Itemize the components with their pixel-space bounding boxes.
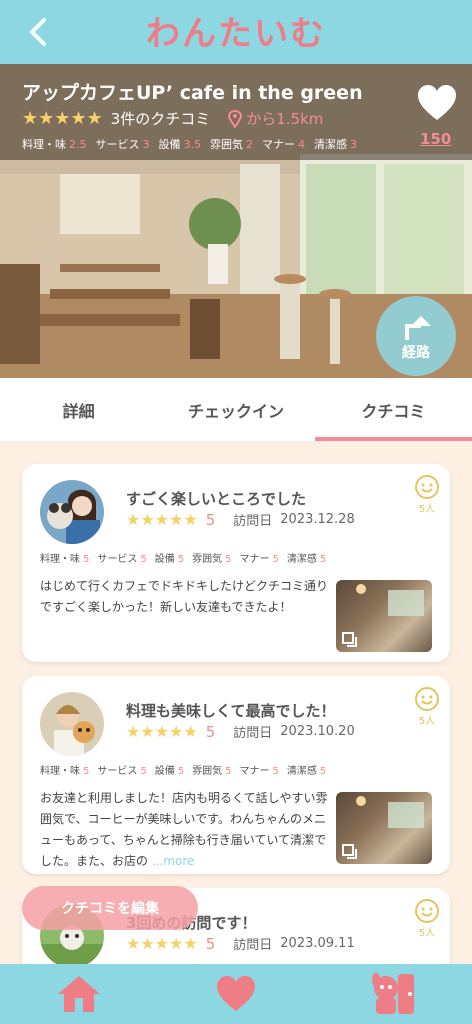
score-item: 雰囲気 2 [210,138,253,151]
review-title: すごく楽しいところでした [126,490,307,508]
score-item: マナー 5 [239,554,279,565]
tab-reviews[interactable]: クチコミ [314,378,472,441]
score-item: 設備 5 [154,766,185,777]
reviewer-photo [40,692,104,756]
helpful-count: 5人 [418,504,436,515]
rating-stars: ★★★★★ [126,934,198,953]
review-card[interactable]: すごく楽しいところでした ★★★★★ 5 訪問日 2023.12.28 5人 料… [22,464,450,662]
distance-label: から1.5km [246,110,324,128]
score-item: 料理・味 5 [40,554,90,565]
review-category-scores: 料理・味 5 サービス 5 設備 5 雰囲気 5 マナー 5 清潔感 5 [40,550,326,565]
bottom-navigation [0,964,472,1024]
review-rating-row: ★★★★★ 5 訪問日 2023.09.11 [126,934,355,953]
score-item: サービス 5 [97,766,147,777]
rating-stars: ★★★★★ [126,510,198,529]
smile-icon [415,687,439,711]
score-item: マナー 4 [262,138,305,151]
review-text: はじめて行くカフェでドキドキしたけどクチコミ通りですごく楽しかった！新しい友達も… [40,579,329,614]
score-item: 設備 5 [154,554,185,565]
location-pin-icon [228,109,243,128]
shop-tabs: 詳細 チェックイン クチコミ [0,378,472,442]
score-item: マナー 5 [239,766,279,777]
shop-name: アップカフェUP’ cafe in the green [22,82,363,104]
app-logo-title: わんたいむ [146,14,326,54]
app-header: わんたいむ [0,0,472,64]
gallery-icon [342,632,357,647]
shop-category-scores: 料理・味 2.5 サービス 3 設備 3.5 雰囲気 2 マナー 4 清潔感 3 [22,136,357,152]
photo-window [388,802,424,828]
rating-value: 5 [205,934,216,953]
rating-value: 5 [205,722,216,741]
photo-lamp [356,796,366,806]
visit-label: 訪問日 [233,514,273,529]
route-button[interactable]: 経路 [376,296,456,376]
score-item: 清潔感 3 [314,138,357,151]
review-title: 料理も美味しくて最高でした！ [126,702,336,720]
smile-icon [415,475,439,499]
nav-home[interactable] [0,964,157,1024]
review-rating-row: ★★★★★ 5 訪問日 2023.10.20 [126,722,355,741]
score-item: 清潔感 5 [286,766,327,777]
score-item: 清潔感 5 [286,554,327,565]
tab-checkin[interactable]: チェックイン [157,378,314,441]
helpful-button[interactable]: 5人 [414,474,440,515]
review-card[interactable]: 料理も美味しくて最高でした！ ★★★★★ 5 訪問日 2023.10.20 5人… [22,676,450,874]
favorite-count[interactable]: 150 [420,130,451,148]
review-category-scores: 料理・味 5 サービス 5 設備 5 雰囲気 5 マナー 5 清潔感 5 [40,762,326,777]
photo-window [388,590,424,616]
score-item: 料理・味 2.5 [22,138,87,151]
score-item: 料理・味 5 [40,766,90,777]
review-count: 3件のクチコミ [110,110,211,128]
review-photo[interactable] [336,792,432,864]
review-text: お友達と利用しました！店内も明るくて話しやすい雰囲気で、コーヒーが美味しいです。… [40,788,336,872]
distance-info: から1.5km [228,108,323,129]
score-item: 雰囲気 5 [192,554,232,565]
visit-label: 訪問日 [233,938,273,953]
score-item: サービス 3 [95,138,150,151]
gallery-icon [342,844,357,859]
favorite-button[interactable] [416,84,458,126]
photo-lamp [356,584,366,594]
helpful-count: 5人 [418,928,436,939]
route-arrow-icon [405,316,431,340]
home-icon [57,976,100,1012]
rating-value: 5 [205,510,216,529]
visit-label: 訪問日 [233,726,273,741]
shop-rating-row: ★★★★★ 3件のクチコミ から1.5km [22,108,323,129]
review-photo[interactable] [336,580,432,652]
read-more-link[interactable]: ...more [152,854,195,868]
helpful-button[interactable]: 5人 [414,898,440,939]
edit-review-button[interactable]: クチコミを編集 [22,886,198,930]
heart-icon [216,976,255,1011]
mypage-dog-icon [372,973,415,1014]
route-label: 経路 [402,345,430,361]
helpful-button[interactable]: 5人 [414,686,440,727]
score-item: サービス 5 [97,554,147,565]
nav-favorites[interactable] [157,964,314,1024]
score-item: 設備 3.5 [158,138,202,151]
tab-details[interactable]: 詳細 [0,378,157,441]
score-item: 雰囲気 5 [192,766,232,777]
reviewer-avatar[interactable] [40,692,104,756]
review-rating-row: ★★★★★ 5 訪問日 2023.12.28 [126,510,355,529]
visit-date: 2023.09.11 [280,936,355,951]
rating-stars: ★★★★★ [126,722,198,741]
reviewer-photo [40,480,104,544]
nav-mypage[interactable] [315,964,472,1024]
smile-icon [415,899,439,923]
visit-date: 2023.12.28 [280,512,355,527]
helpful-count: 5人 [418,716,436,727]
heart-icon [418,85,456,120]
reviewer-avatar[interactable] [40,480,104,544]
visit-date: 2023.10.20 [280,724,355,739]
rating-stars: ★★★★★ [22,108,103,129]
